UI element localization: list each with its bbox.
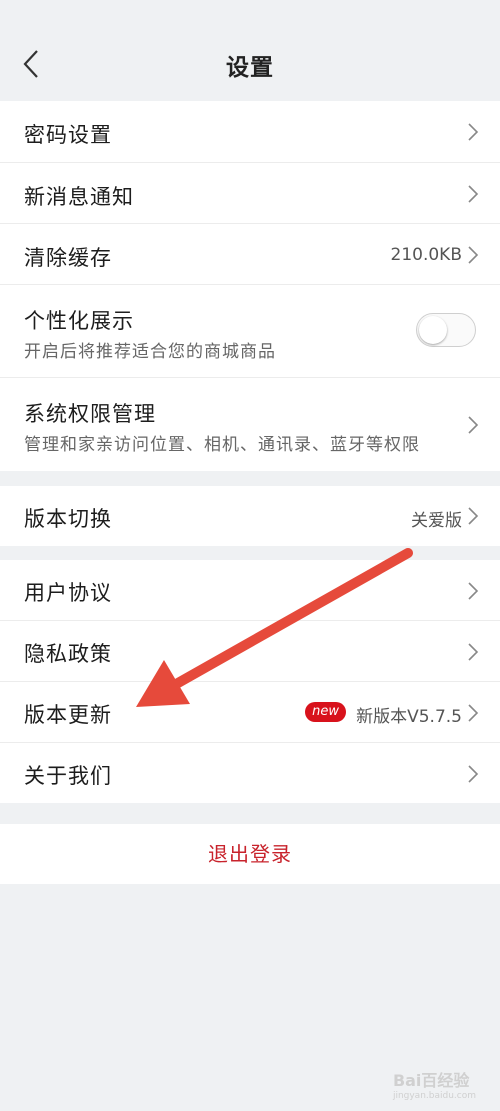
row-label: 版本切换 (24, 507, 112, 531)
row-label: 隐私政策 (24, 642, 112, 666)
personalized-toggle[interactable] (416, 313, 476, 347)
row-label: 新消息通知 (24, 185, 134, 209)
row-label: 系统权限管理 (24, 402, 156, 426)
chevron-right-icon (468, 185, 479, 203)
cache-size-value: 210.0KB (390, 245, 462, 265)
chevron-right-icon (468, 765, 479, 783)
logout-button[interactable]: 退出登录 (0, 824, 500, 884)
row-label: 版本更新 (24, 703, 112, 727)
row-system-permissions[interactable]: 系统权限管理 管理和家亲访问位置、相机、通讯录、蓝牙等权限 (0, 378, 500, 471)
header: 设置 (0, 0, 500, 100)
logout-label: 退出登录 (208, 842, 292, 866)
row-version-switch[interactable]: 版本切换 关爱版 (0, 486, 500, 546)
watermark-text: Bai百经验 (392, 1071, 470, 1090)
toggle-knob (419, 316, 447, 344)
chevron-right-icon (468, 123, 479, 141)
row-clear-cache[interactable]: 清除缓存 210.0KB (0, 224, 500, 285)
row-label: 关于我们 (24, 764, 112, 788)
chevron-right-icon (468, 704, 479, 722)
row-label: 密码设置 (24, 123, 112, 147)
chevron-right-icon (468, 507, 479, 525)
chevron-right-icon (468, 416, 479, 434)
settings-group-version: 版本切换 关爱版 (0, 486, 500, 546)
row-user-agreement[interactable]: 用户协议 (0, 560, 500, 621)
page-title: 设置 (226, 55, 274, 81)
row-about-us[interactable]: 关于我们 (0, 743, 500, 803)
row-personalized-display: 个性化展示 开启后将推荐适合您的商城商品 (0, 285, 500, 378)
chevron-right-icon (468, 582, 479, 600)
row-message-notification[interactable]: 新消息通知 (0, 163, 500, 224)
settings-group-account: 密码设置 新消息通知 清除缓存 210.0KB 个性化展示 开启后将推荐适合您的… (0, 101, 500, 471)
chevron-right-icon (468, 643, 479, 661)
row-description: 管理和家亲访问位置、相机、通讯录、蓝牙等权限 (24, 435, 420, 455)
new-version-value: 新版本V5.7.5 (356, 707, 462, 727)
settings-group-about: 用户协议 隐私政策 版本更新 new 新版本V5.7.5 关于我们 (0, 560, 500, 803)
version-switch-value: 关爱版 (411, 511, 462, 531)
watermark-logo: Bai百经验 jingyan.baidu.com (393, 1067, 476, 1101)
row-privacy-policy[interactable]: 隐私政策 (0, 621, 500, 682)
row-version-update[interactable]: 版本更新 new 新版本V5.7.5 (0, 682, 500, 743)
row-password-settings[interactable]: 密码设置 (0, 101, 500, 163)
row-label: 用户协议 (24, 581, 112, 605)
row-label: 个性化展示 (24, 309, 134, 333)
chevron-right-icon (468, 246, 479, 264)
watermark-sub: jingyan.baidu.com (392, 1091, 476, 1101)
row-description: 开启后将推荐适合您的商城商品 (24, 342, 276, 362)
row-label: 清除缓存 (24, 246, 112, 270)
new-badge: new (305, 702, 346, 722)
